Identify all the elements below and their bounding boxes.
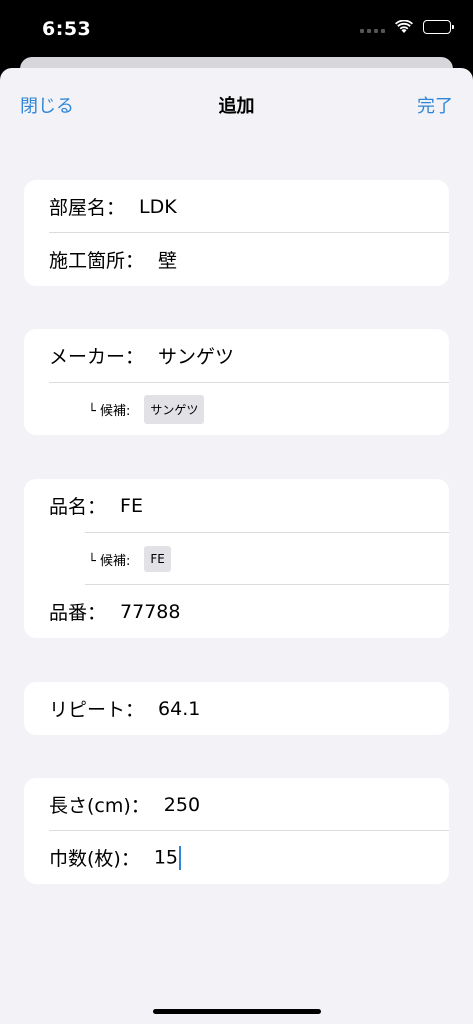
location-field[interactable]: 壁 — [158, 246, 177, 273]
product-name-candidate-label: └ 候補: — [88, 553, 131, 569]
repeat-row[interactable]: リピート： 64.1 — [24, 682, 449, 735]
widths-value: 15 — [153, 846, 179, 868]
modal-sheet: 閉じる 追加 完了 部屋名： LDK 施工箇所： 壁 メーカー： サンゲツ └ … — [0, 68, 473, 1024]
widths-field[interactable]: 15 — [153, 845, 182, 870]
product-number-field[interactable]: 77788 — [120, 601, 180, 623]
size-card: 長さ(cm)： 250 巾数(枚)： 15 — [24, 778, 449, 884]
product-name-candidate-chip[interactable]: FE — [144, 546, 171, 572]
maker-field[interactable]: サンゲツ — [158, 342, 234, 369]
repeat-label: リピート： — [49, 699, 145, 721]
room-card: 部屋名： LDK 施工箇所： 壁 — [24, 180, 449, 286]
maker-candidate-row: └ 候補: サンゲツ — [49, 382, 449, 435]
signal-icon — [360, 21, 385, 33]
product-name-candidate-row: └ 候補: FE — [85, 532, 449, 585]
navigation-bar: 閉じる 追加 完了 — [0, 68, 473, 140]
wifi-icon — [395, 20, 413, 33]
done-button[interactable]: 完了 — [417, 92, 453, 118]
room-field[interactable]: LDK — [139, 196, 177, 218]
location-row[interactable]: 施工箇所： 壁 — [24, 232, 449, 286]
status-bar: 6:53 — [0, 0, 473, 60]
repeat-field[interactable]: 64.1 — [158, 698, 200, 720]
maker-candidate-chip[interactable]: サンゲツ — [144, 394, 205, 424]
maker-card: メーカー： サンゲツ └ 候補: サンゲツ — [24, 329, 449, 435]
product-name-label: 品名： — [49, 496, 107, 518]
battery-icon — [423, 20, 454, 34]
product-name-row[interactable]: 品名： FE — [24, 479, 449, 532]
maker-row[interactable]: メーカー： サンゲツ — [24, 329, 449, 382]
home-indicator — [153, 1009, 321, 1014]
length-label: 長さ(cm)： — [49, 795, 150, 817]
text-cursor — [179, 845, 182, 870]
product-name-field[interactable]: FE — [120, 495, 143, 517]
page-title: 追加 — [218, 96, 255, 117]
repeat-card: リピート： 64.1 — [24, 682, 449, 735]
widths-label: 巾数(枚)： — [49, 848, 140, 870]
length-field[interactable]: 250 — [164, 794, 200, 816]
length-row[interactable]: 長さ(cm)： 250 — [24, 778, 449, 831]
maker-label: メーカー： — [49, 346, 145, 368]
widths-row[interactable]: 巾数(枚)： 15 — [24, 830, 449, 884]
room-row[interactable]: 部屋名： LDK — [24, 180, 449, 233]
product-card: 品名： FE └ 候補: FE 品番： 77788 — [24, 479, 449, 638]
maker-candidate-label: └ 候補: — [88, 403, 131, 419]
product-number-label: 品番： — [49, 602, 107, 624]
status-time: 6:53 — [42, 18, 92, 40]
room-label: 部屋名： — [49, 197, 126, 219]
location-label: 施工箇所： — [49, 250, 145, 272]
product-number-row[interactable]: 品番： 77788 — [24, 584, 449, 638]
status-icons — [360, 20, 454, 34]
